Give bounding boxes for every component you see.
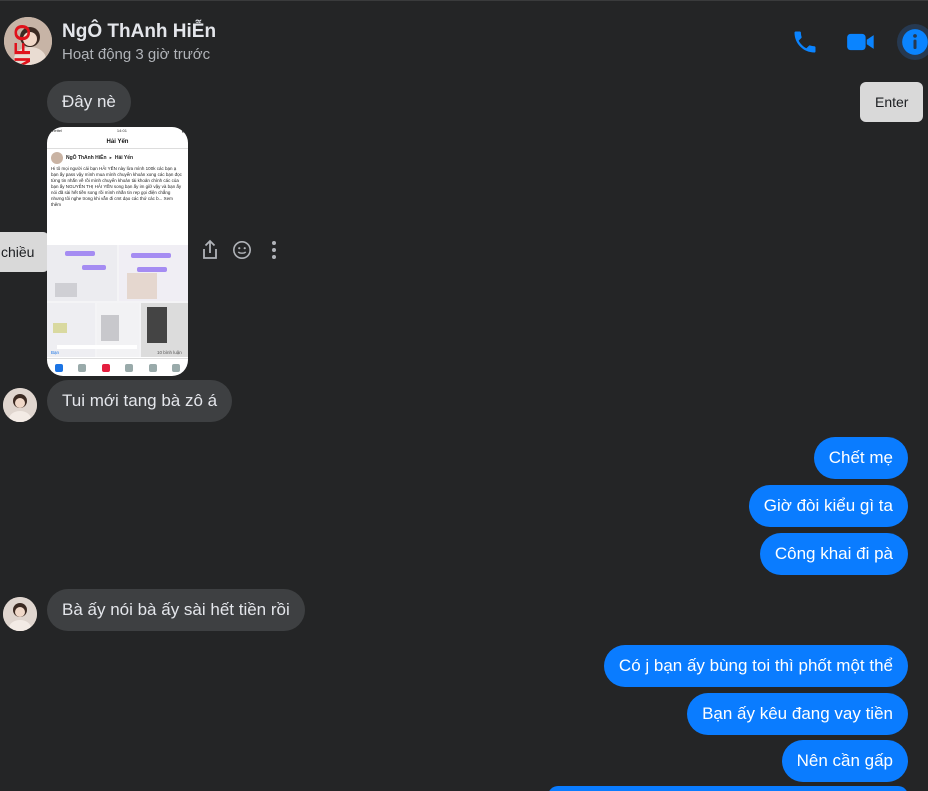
attachment-title: Hải Yến: [47, 135, 188, 149]
menu-tab-icon: [172, 363, 181, 372]
status-carrier: Viettel: [51, 128, 63, 133]
message-bubble-incoming[interactable]: Đây nè: [47, 81, 131, 123]
contact-name[interactable]: NgÔ ThAnh HiỄn: [62, 21, 216, 43]
contact-avatar[interactable]: NFO: [4, 17, 52, 65]
watch-tab-icon: [101, 363, 110, 372]
comment-count: 10 bình luận: [157, 350, 182, 355]
share-icon[interactable]: [200, 237, 220, 263]
post-recipient: Hải Yến: [114, 155, 134, 161]
enter-tooltip: Enter: [860, 82, 924, 122]
message-bubble-outgoing-partial[interactable]: [548, 786, 908, 791]
message-bubble-outgoing[interactable]: Chết mẹ: [813, 437, 908, 479]
sender-avatar[interactable]: [3, 388, 37, 422]
image-attachment[interactable]: Viettel 14:01 ▮ Hải Yến NgÔ ThAnh HiỄn ▸…: [47, 127, 188, 376]
comment-label: Bạn: [51, 350, 60, 355]
post-author-avatar: [51, 152, 63, 164]
post-author: NgÔ ThAnh HiỄn: [66, 155, 107, 161]
notifications-tab-icon: [148, 363, 157, 372]
message-bubble-outgoing[interactable]: Giờ đòi kiểu gì ta: [748, 485, 908, 527]
attachment-image-grid: Bạn 10 bình luận: [47, 245, 188, 357]
message-bubble-outgoing[interactable]: Bạn ấy kêu đang vay tiền: [687, 693, 908, 735]
more-icon[interactable]: [264, 237, 284, 263]
timestamp-tooltip: chiều: [0, 232, 50, 272]
info-icon[interactable]: [897, 24, 928, 60]
message-bubble-outgoing[interactable]: Nên cần gấp: [781, 740, 908, 782]
message-bubble-outgoing[interactable]: Công khai đi pà: [759, 533, 908, 575]
emoji-icon[interactable]: [232, 237, 252, 263]
video-camera-icon[interactable]: [846, 27, 876, 57]
profile-tab-icon: [125, 363, 134, 372]
message-bubble-incoming[interactable]: Tui mới tang bà zô á: [47, 380, 233, 422]
phone-status-bar: Viettel 14:01 ▮: [47, 127, 188, 135]
home-tab-icon: [54, 363, 63, 372]
chat-header: NFO NgÔ ThAnh HiỄn Hoạt động 3 giờ trước: [0, 0, 928, 80]
attachment-tab-bar: [47, 358, 188, 376]
status-time: 14:01: [116, 128, 127, 133]
message-bubble-outgoing[interactable]: Có j bạn ấy bùng toi thì phốt một thể: [603, 645, 908, 687]
contact-status: Hoạt động 3 giờ trước: [62, 46, 211, 63]
avatar-overlay-text: NFO: [10, 23, 35, 65]
sender-avatar[interactable]: [3, 597, 37, 631]
message-bubble-incoming[interactable]: Bà ấy nói bà ấy sài hết tiền rồi: [47, 589, 305, 631]
post-text: Hi tô mọi người cái bạn HẢI YẾN này lừa …: [51, 166, 182, 207]
phone-icon[interactable]: [790, 27, 820, 57]
friends-tab-icon: [78, 363, 87, 372]
battery-icon: ▮: [181, 128, 184, 133]
message-actions: [200, 237, 284, 263]
attachment-post: NgÔ ThAnh HiỄn ▸ Hải Yến Hi tô mọi người…: [47, 149, 188, 241]
